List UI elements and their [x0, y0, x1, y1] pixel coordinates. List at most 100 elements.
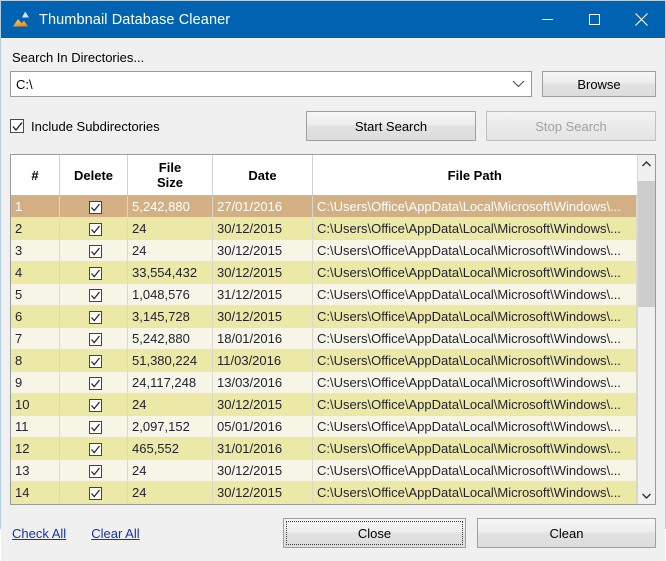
- cell-date: 30/12/2015: [212, 239, 313, 262]
- cell-date: 18/01/2016: [212, 327, 313, 350]
- stop-search-button: Stop Search: [486, 111, 656, 141]
- column-header-number[interactable]: #: [11, 155, 60, 196]
- table-row[interactable]: 7 5,242,880 18/01/2016 C:\Users\Office\AppD…: [11, 327, 637, 350]
- cell-number: 10: [11, 393, 60, 416]
- table-row[interactable]: 3 24 30/12/2015 C:\Users\Office\AppData\Loc…: [11, 239, 637, 262]
- row-checkbox[interactable]: [89, 289, 102, 303]
- cell-delete-checkbox[interactable]: [59, 349, 128, 372]
- directory-combobox[interactable]: C:\: [10, 71, 532, 97]
- cell-file-size: 24: [127, 217, 213, 240]
- table-row[interactable]: 9 24,117,248 13/03/2016 C:\Users\Office\App…: [11, 371, 637, 394]
- cell-date: 30/12/2015: [212, 459, 313, 482]
- close-dialog-button[interactable]: Close: [283, 518, 466, 548]
- window-title: Thumbnail Database Cleaner: [39, 11, 231, 28]
- table-row[interactable]: 13 24 30/12/2015 C:\Users\Office\AppData\Lo…: [11, 459, 637, 482]
- cell-delete-checkbox[interactable]: [59, 481, 128, 504]
- results-table: # Delete File Size Date File Path 1 5,242…: [11, 155, 637, 504]
- cell-date: 13/03/2016: [212, 371, 313, 394]
- cell-number: 9: [11, 371, 60, 394]
- cell-delete-checkbox[interactable]: [59, 393, 128, 416]
- table-row[interactable]: 8 51,380,224 11/03/2016 C:\Users\Office\App…: [11, 349, 637, 372]
- row-checkbox[interactable]: [89, 201, 102, 215]
- title-bar: Thumbnail Database Cleaner: [1, 1, 665, 38]
- cell-file-path: C:\Users\Office\AppData\Local\Microsoft\…: [312, 415, 637, 438]
- cell-date: 30/12/2015: [212, 217, 313, 240]
- row-checkbox[interactable]: [89, 245, 102, 259]
- column-header-date[interactable]: Date: [212, 155, 313, 196]
- cell-file-size: 24: [127, 481, 213, 504]
- search-directories-label: Search In Directories...: [12, 50, 145, 65]
- cell-delete-checkbox[interactable]: [59, 371, 128, 394]
- cell-delete-checkbox[interactable]: [59, 305, 128, 328]
- row-checkbox[interactable]: [89, 443, 102, 457]
- column-header-file-path[interactable]: File Path: [312, 155, 637, 196]
- table-row[interactable]: 2 24 30/12/2015 C:\Users\Office\AppData\Loc…: [11, 217, 637, 240]
- cell-delete-checkbox[interactable]: [59, 283, 128, 306]
- cell-delete-checkbox[interactable]: [59, 195, 128, 218]
- cell-delete-checkbox[interactable]: [59, 217, 128, 240]
- cell-number: 2: [11, 217, 60, 240]
- vertical-scrollbar[interactable]: [637, 155, 655, 504]
- table-row[interactable]: 4 33,554,432 30/12/2015 C:\Users\Office\App…: [11, 261, 637, 284]
- chevron-down-icon[interactable]: [505, 72, 531, 96]
- cell-delete-checkbox[interactable]: [59, 459, 128, 482]
- cell-date: 30/12/2015: [212, 481, 313, 504]
- start-search-button[interactable]: Start Search: [306, 111, 476, 141]
- row-checkbox[interactable]: [89, 311, 102, 325]
- cell-file-size: 2,097,152: [127, 415, 213, 438]
- checkbox-box[interactable]: [10, 119, 24, 133]
- row-checkbox[interactable]: [89, 465, 102, 479]
- column-header-file-size-line2: Size: [156, 175, 183, 190]
- maximize-button[interactable]: [571, 1, 618, 38]
- table-row[interactable]: 1 5,242,880 27/01/2016 C:\Users\Office\AppD…: [11, 195, 637, 218]
- cell-number: 8: [11, 349, 60, 372]
- cell-file-size: 51,380,224: [127, 349, 213, 372]
- scroll-down-icon[interactable]: [638, 487, 655, 504]
- browse-button[interactable]: Browse: [542, 71, 656, 97]
- cell-date: 31/12/2015: [212, 283, 313, 306]
- scroll-up-icon[interactable]: [638, 155, 655, 172]
- row-checkbox[interactable]: [89, 333, 102, 347]
- cell-file-size: 1,048,576: [127, 283, 213, 306]
- cell-date: 30/12/2015: [212, 261, 313, 284]
- cell-delete-checkbox[interactable]: [59, 239, 128, 262]
- row-checkbox[interactable]: [89, 399, 102, 413]
- table-row[interactable]: 14 24 30/12/2015 C:\Users\Office\AppData\Lo…: [11, 481, 637, 504]
- directory-value: C:\: [16, 76, 33, 92]
- cell-file-size: 5,242,880: [127, 327, 213, 350]
- cell-file-path: C:\Users\Office\AppData\Local\Microsoft\…: [312, 239, 637, 262]
- clear-all-link[interactable]: Clear All: [91, 526, 139, 541]
- table-row[interactable]: 12 465,552 31/01/2016 C:\Users\Office\AppDa…: [11, 437, 637, 460]
- table-row[interactable]: 11 2,097,152 05/01/2016 C:\Users\Office\App…: [11, 415, 637, 438]
- table-row[interactable]: 6 3,145,728 30/12/2015 C:\Users\Office\AppD…: [11, 305, 637, 328]
- minimize-button[interactable]: [524, 1, 571, 38]
- caption-buttons: [524, 1, 665, 38]
- row-checkbox[interactable]: [89, 223, 102, 237]
- row-checkbox[interactable]: [89, 267, 102, 281]
- cell-file-size: 465,552: [127, 437, 213, 460]
- cell-date: 31/01/2016: [212, 437, 313, 460]
- column-header-file-size[interactable]: File Size: [127, 155, 213, 196]
- cell-delete-checkbox[interactable]: [59, 327, 128, 350]
- table-row[interactable]: 10 24 30/12/2015 C:\Users\Office\AppData\Lo…: [11, 393, 637, 416]
- table-row[interactable]: 5 1,048,576 31/12/2015 C:\Users\Office\AppD…: [11, 283, 637, 306]
- row-checkbox[interactable]: [89, 355, 102, 369]
- cell-number: 14: [11, 481, 60, 504]
- check-all-link[interactable]: Check All: [12, 526, 66, 541]
- include-subdirectories-checkbox[interactable]: Include Subdirectories: [10, 119, 160, 134]
- cell-file-path: C:\Users\Office\AppData\Local\Microsoft\…: [312, 195, 637, 218]
- cell-number: 6: [11, 305, 60, 328]
- cell-delete-checkbox[interactable]: [59, 437, 128, 460]
- cell-delete-checkbox[interactable]: [59, 261, 128, 284]
- app-window: Thumbnail Database Cleaner Search In Dir…: [0, 0, 666, 561]
- row-checkbox[interactable]: [89, 377, 102, 391]
- clean-button[interactable]: Clean: [477, 518, 656, 548]
- scrollbar-thumb[interactable]: [638, 181, 655, 308]
- row-checkbox[interactable]: [89, 421, 102, 435]
- column-header-delete[interactable]: Delete: [59, 155, 128, 196]
- cell-file-size: 24: [127, 459, 213, 482]
- cell-delete-checkbox[interactable]: [59, 415, 128, 438]
- cell-file-size: 24: [127, 239, 213, 262]
- close-button[interactable]: [618, 1, 665, 38]
- row-checkbox[interactable]: [89, 487, 102, 501]
